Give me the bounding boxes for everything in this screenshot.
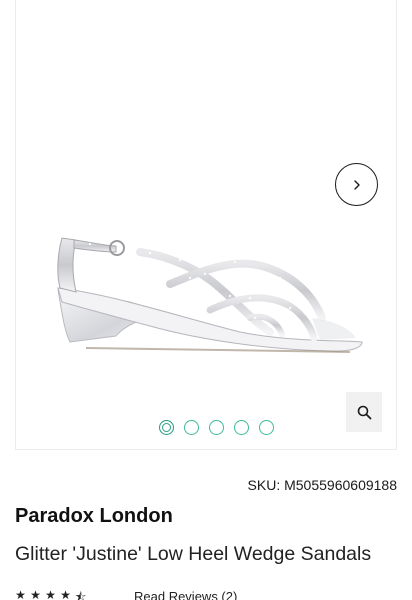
gallery-pagination bbox=[159, 420, 274, 435]
gallery-dot-4[interactable] bbox=[234, 420, 249, 435]
product-image[interactable] bbox=[50, 222, 364, 358]
brand-name[interactable]: Paradox London bbox=[15, 505, 173, 528]
rating-stars: ★ ★ ★ ★ ⯪ bbox=[15, 588, 86, 600]
magnifier-icon bbox=[357, 405, 371, 419]
star-full-icon: ★ bbox=[45, 588, 56, 600]
gallery-dot-1[interactable] bbox=[159, 420, 174, 435]
star-half-icon: ⯪ bbox=[75, 590, 87, 600]
sku-label: SKU: M5055960609188 bbox=[247, 477, 397, 493]
next-image-button[interactable] bbox=[335, 163, 378, 206]
gallery-dot-2[interactable] bbox=[184, 420, 199, 435]
product-title: Glitter 'Justine' Low Heel Wedge Sandals bbox=[15, 543, 372, 565]
star-full-icon: ★ bbox=[60, 588, 71, 600]
read-reviews-link[interactable]: Read Reviews (2) bbox=[134, 589, 237, 600]
gallery-dot-5[interactable] bbox=[259, 420, 274, 435]
star-full-icon: ★ bbox=[30, 588, 41, 600]
star-full-icon: ★ bbox=[15, 588, 26, 600]
gallery-dot-3[interactable] bbox=[209, 420, 224, 435]
chevron-right-icon bbox=[353, 179, 360, 190]
zoom-button[interactable] bbox=[346, 392, 382, 432]
product-gallery bbox=[15, 0, 397, 450]
